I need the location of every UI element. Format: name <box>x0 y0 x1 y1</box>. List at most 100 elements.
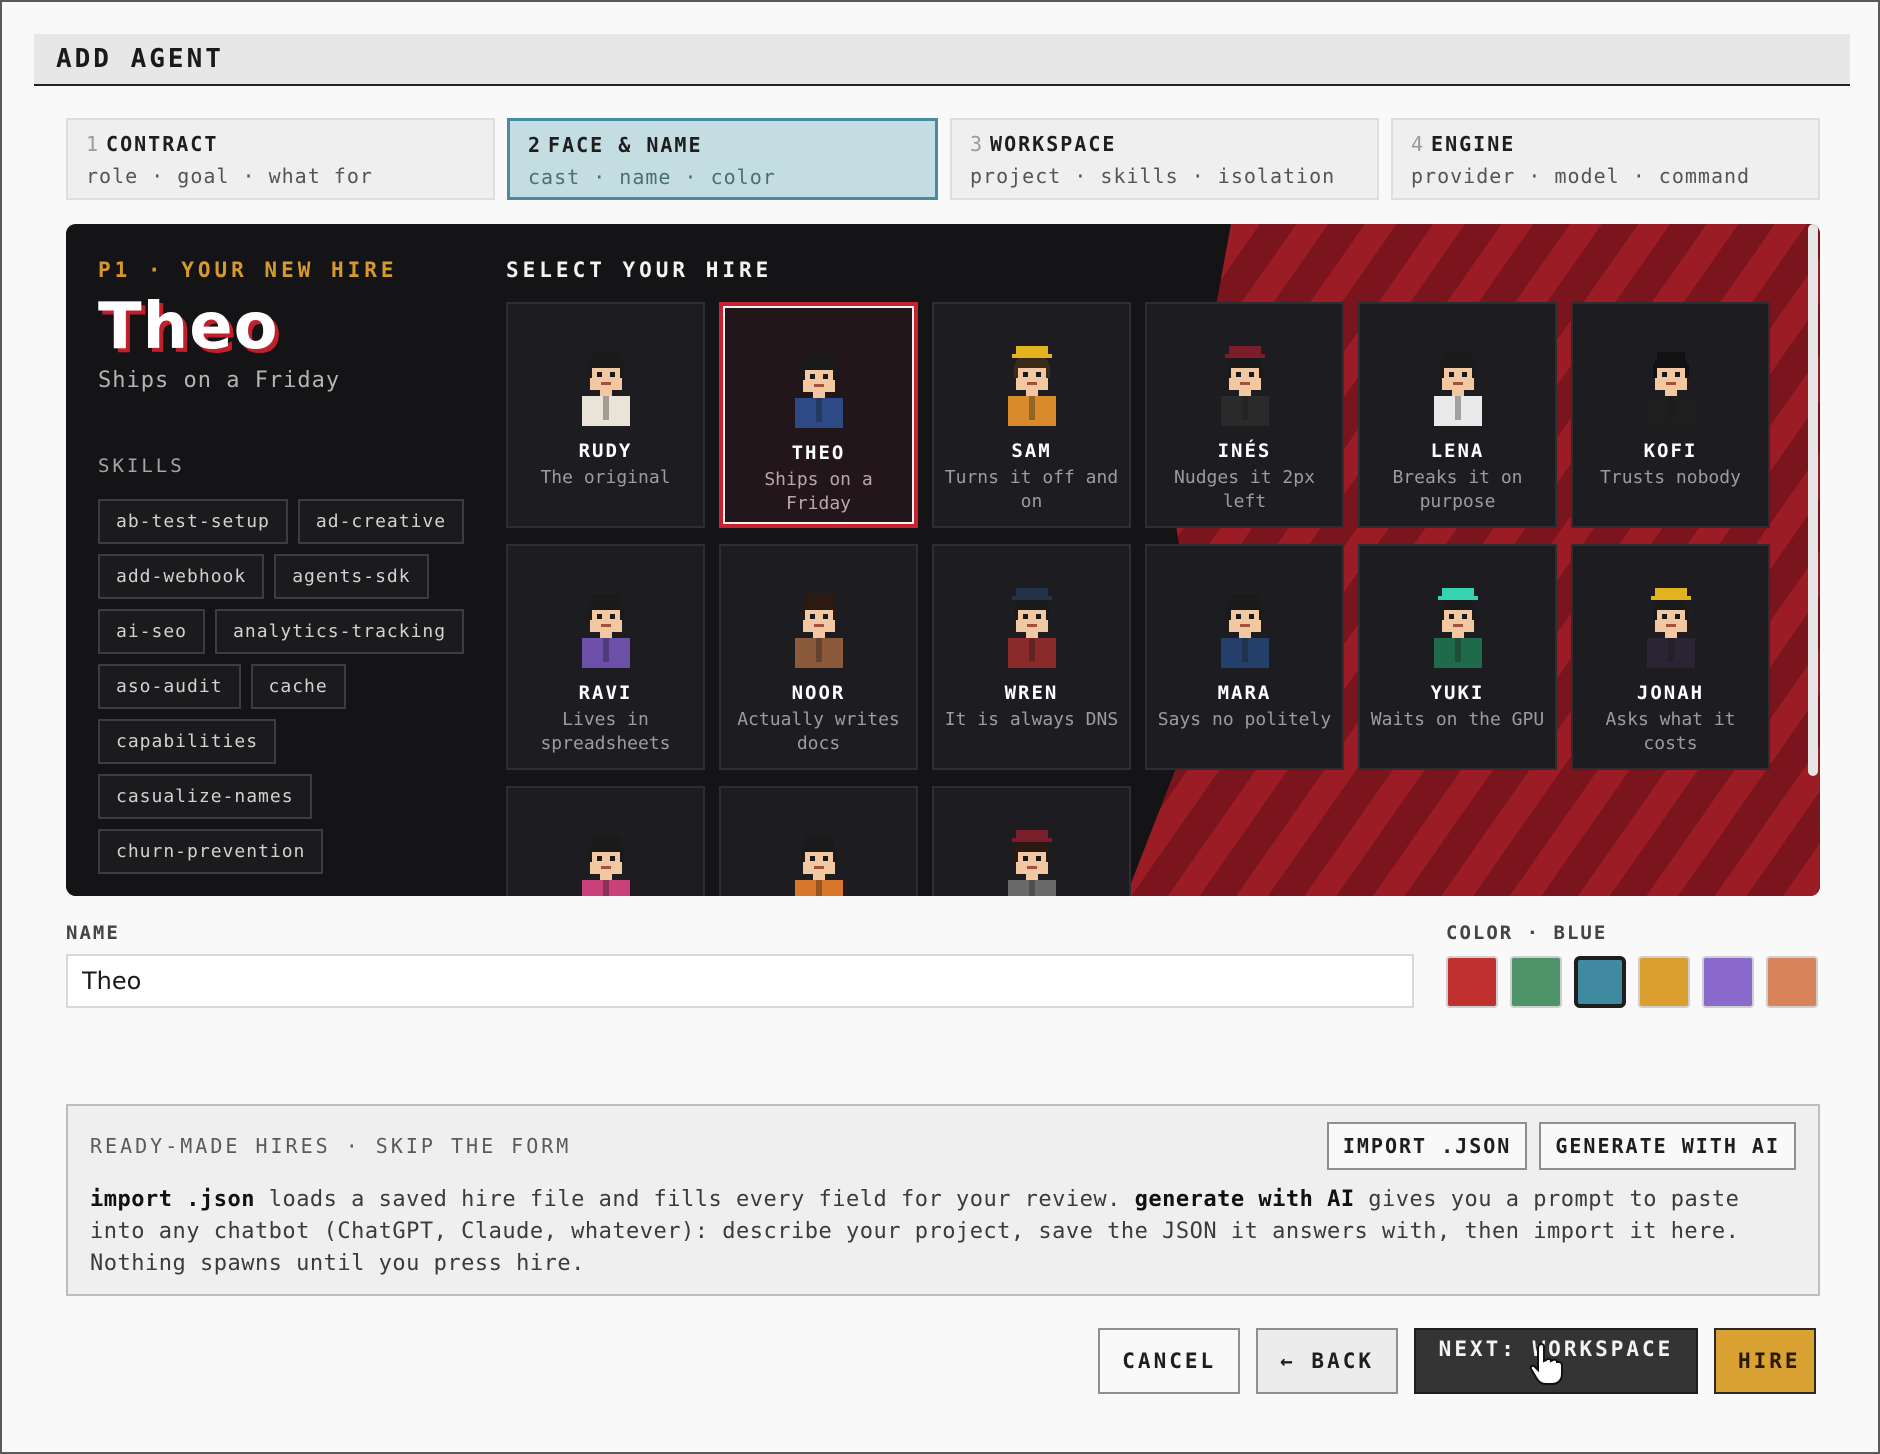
dialog-frame: ADD AGENT 1 CONTRACT role · goal · what f… <box>0 0 1880 1454</box>
cancel-button[interactable]: CANCEL <box>1098 1328 1241 1394</box>
hire-card-name: LENA <box>1430 440 1485 462</box>
skill-chip[interactable]: add-webhook <box>98 554 265 599</box>
skill-chip[interactable]: ai-seo <box>98 609 206 654</box>
hire-card-description: Waits on the GPU <box>1370 709 1545 730</box>
hire-tagline: Ships on a Friday <box>98 368 341 393</box>
cast-grid: RUDY The original THEO Ships on a Friday <box>506 302 1770 896</box>
select-hire-heading: SELECT YOUR HIRE <box>506 258 773 282</box>
description-text: loads a saved hire file and fills every … <box>254 1187 1135 1212</box>
pixel-avatar-icon <box>1433 352 1482 426</box>
hire-card-description: It is always DNS <box>944 709 1119 730</box>
hire-card[interactable]: NOOR Actually writes docs <box>719 544 918 770</box>
step-workspace[interactable]: 3 WORKSPACE project · skills · isolation <box>950 118 1379 200</box>
hire-card-name: YUKI <box>1430 682 1485 704</box>
dialog-title: ADD AGENT <box>56 44 224 74</box>
skill-chip[interactable]: ad-creative <box>297 499 465 544</box>
import-json-term: import .json <box>90 1187 255 1212</box>
skill-chip[interactable]: capabilities <box>98 719 277 764</box>
hire-card[interactable]: INÉS Nudges it 2px left <box>1145 302 1344 528</box>
hire-card[interactable] <box>506 786 705 896</box>
step-title: ENGINE <box>1431 132 1516 156</box>
hire-card[interactable] <box>932 786 1131 896</box>
step-title: WORKSPACE <box>990 132 1117 156</box>
step-title: CONTRACT <box>106 132 219 156</box>
skill-chip[interactable]: agents-sdk <box>274 554 429 599</box>
color-swatch[interactable] <box>1510 956 1562 1008</box>
pixel-avatar-icon <box>1646 352 1695 426</box>
hire-card[interactable]: KOFI Trusts nobody <box>1571 302 1770 528</box>
pixel-avatar-icon <box>794 354 843 428</box>
step-contract[interactable]: 1 CONTRACT role · goal · what for <box>66 118 495 200</box>
ready-made-hires-panel: READY-MADE HIRES · SKIP THE FORM IMPORT … <box>66 1104 1820 1296</box>
hire-card[interactable]: RUDY The original <box>506 302 705 528</box>
hire-card[interactable]: YUKI Waits on the GPU <box>1358 544 1557 770</box>
skill-chip[interactable]: casualize-names <box>98 774 312 819</box>
generate-ai-term: generate with AI <box>1134 1187 1355 1212</box>
skill-chip[interactable]: aso-audit <box>98 664 241 709</box>
skill-chip[interactable]: churn-prevention <box>98 829 324 874</box>
color-swatch[interactable] <box>1574 956 1626 1008</box>
player-tag: P1 · YOUR NEW HIRE <box>98 258 398 282</box>
hire-card-description: Asks what it costs <box>1605 709 1736 754</box>
hire-button[interactable]: HIRE <box>1714 1328 1816 1394</box>
name-label: NAME <box>66 922 120 944</box>
dialog-actions: CANCEL ← BACK NEXT: WORKSPACE → HIRE <box>1098 1328 1816 1394</box>
hire-card-description: Actually writes docs <box>737 709 900 754</box>
color-swatch[interactable] <box>1766 956 1818 1008</box>
hire-card-description: Trusts nobody <box>1600 467 1741 488</box>
step-face-name[interactable]: 2 FACE & NAME cast · name · color <box>507 118 938 200</box>
skill-chip[interactable]: ab-test-setup <box>98 499 288 544</box>
hire-card[interactable]: MARA Says no politely <box>1145 544 1344 770</box>
hire-card[interactable] <box>719 786 918 896</box>
hire-card-name: MARA <box>1217 682 1272 704</box>
hire-card-name: JONAH <box>1636 682 1705 704</box>
hire-card-name: THEO <box>791 442 846 464</box>
pixel-avatar-icon <box>1433 588 1482 668</box>
pixel-avatar-icon <box>1646 588 1695 668</box>
hire-card-description: Nudges it 2px left <box>1174 467 1315 512</box>
hire-card[interactable]: LENA Breaks it on purpose <box>1358 302 1557 528</box>
pixel-avatar-icon <box>1220 594 1269 668</box>
hire-card[interactable]: THEO Ships on a Friday <box>719 302 918 528</box>
step-engine[interactable]: 4 ENGINE provider · model · command <box>1391 118 1820 200</box>
pixel-avatar-icon <box>794 594 843 668</box>
pixel-avatar-icon <box>581 594 630 668</box>
name-input[interactable] <box>66 954 1414 1008</box>
hire-card-name: INÉS <box>1217 440 1272 462</box>
pixel-avatar-icon <box>581 836 630 896</box>
pixel-avatar-icon <box>1007 588 1056 668</box>
skills-list: ab-test-setup ad-creative add-webhook ag… <box>98 499 478 874</box>
hire-card-description: Lives in spreadsheets <box>540 709 671 754</box>
hire-name-display: Theo <box>98 290 279 364</box>
character-select-stage: P1 · YOUR NEW HIRE Theo Ships on a Frida… <box>66 224 1820 896</box>
hire-card-name: NOOR <box>791 682 846 704</box>
pixel-avatar-icon <box>1220 346 1269 426</box>
step-number: 2 <box>528 133 543 157</box>
hire-card-description: The original <box>540 467 671 488</box>
hire-card[interactable]: RAVI Lives in spreadsheets <box>506 544 705 770</box>
color-swatch[interactable] <box>1702 956 1754 1008</box>
hire-card[interactable]: WREN It is always DNS <box>932 544 1131 770</box>
color-swatch[interactable] <box>1446 956 1498 1008</box>
generate-with-ai-button[interactable]: GENERATE WITH AI <box>1539 1122 1796 1170</box>
back-button[interactable]: ← BACK <box>1256 1328 1398 1394</box>
pixel-avatar-icon <box>794 836 843 896</box>
ready-made-description: import .json loads a saved hire file and… <box>90 1184 1800 1280</box>
color-swatch[interactable] <box>1638 956 1690 1008</box>
pixel-avatar-icon <box>1007 830 1056 896</box>
hire-card[interactable]: SAM Turns it off and on <box>932 302 1131 528</box>
hire-card-description: Breaks it on purpose <box>1392 467 1523 512</box>
hire-card-name: RUDY <box>578 440 633 462</box>
ready-made-heading: READY-MADE HIRES · SKIP THE FORM <box>90 1134 572 1158</box>
hire-card-description: Ships on a Friday <box>764 469 873 514</box>
hire-card-name: WREN <box>1004 682 1059 704</box>
wizard-steps: 1 CONTRACT role · goal · what for 2 FACE &… <box>66 118 1820 200</box>
skill-chip[interactable]: cache <box>250 664 346 709</box>
stage-scrollbar[interactable] <box>1808 224 1818 776</box>
import-json-button[interactable]: IMPORT .JSON <box>1326 1122 1528 1170</box>
skill-chip[interactable]: analytics-tracking <box>215 609 465 654</box>
hire-card-description: Turns it off and on <box>944 467 1119 512</box>
hire-card[interactable]: JONAH Asks what it costs <box>1571 544 1770 770</box>
hand-cursor-icon <box>1529 1342 1563 1385</box>
hire-card-name: KOFI <box>1643 440 1698 462</box>
